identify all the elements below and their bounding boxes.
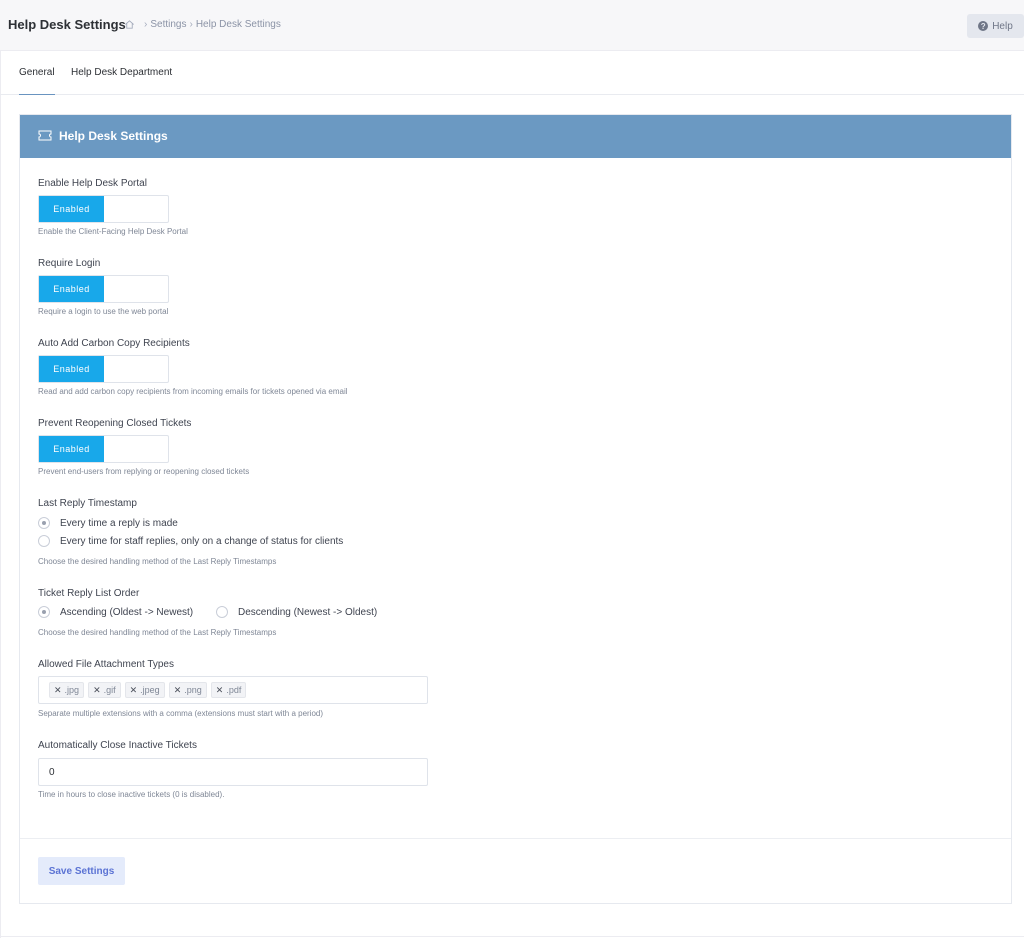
radio-button[interactable] xyxy=(216,606,228,618)
page-border xyxy=(0,51,1,938)
timestamp-label: Last Reply Timestamp xyxy=(38,498,137,509)
radio-button[interactable] xyxy=(38,517,50,529)
order-option-ascending[interactable]: Ascending (Oldest -> Newest) xyxy=(38,606,193,618)
page-bottom-border xyxy=(0,936,1024,937)
tag-jpg: ✕ .jpg xyxy=(49,682,85,698)
attachments-help: Separate multiple extensions with a comm… xyxy=(38,709,324,718)
settings-card: Help Desk Settings Enable Help Desk Port… xyxy=(19,114,1012,904)
tag-pdf: ✕ .pdf xyxy=(210,682,247,698)
timestamp-option-staff-replies[interactable]: Every time for staff replies, only on a … xyxy=(38,535,343,547)
portal-help: Enable the Client-Facing Help Desk Porta… xyxy=(38,227,188,236)
cc-help: Read and add carbon copy recipients from… xyxy=(38,387,348,396)
autoclose-hours-input[interactable] xyxy=(38,758,428,786)
order-help: Choose the desired handling method of th… xyxy=(38,628,277,637)
card-header: Help Desk Settings xyxy=(20,115,1011,158)
timestamp-option-every-reply[interactable]: Every time a reply is made xyxy=(38,517,178,529)
remove-tag-icon[interactable]: ✕ xyxy=(93,685,101,696)
tag-gif: ✕ .gif xyxy=(88,682,121,698)
radio-label: Every time a reply is made xyxy=(60,517,178,529)
radio-button[interactable] xyxy=(38,606,50,618)
login-toggle-state: Enabled xyxy=(39,276,104,302)
remove-tag-icon[interactable]: ✕ xyxy=(130,685,138,696)
ticket-icon xyxy=(38,130,52,141)
autoclose-label: Automatically Close Inactive Tickets xyxy=(38,740,197,751)
home-icon[interactable] xyxy=(124,19,135,30)
portal-toggle[interactable]: Enabled xyxy=(38,195,169,223)
order-option-descending[interactable]: Descending (Newest -> Oldest) xyxy=(216,606,377,618)
tag-label: .gif xyxy=(103,685,116,695)
tag-label: .png xyxy=(184,685,202,695)
radio-button[interactable] xyxy=(38,535,50,547)
portal-toggle-state: Enabled xyxy=(39,196,104,222)
cc-toggle[interactable]: Enabled xyxy=(38,355,169,383)
save-settings-button[interactable]: Save Settings xyxy=(38,857,125,885)
order-label: Ticket Reply List Order xyxy=(38,588,140,599)
tab-bar: General Help Desk Department xyxy=(0,51,1024,95)
card-divider xyxy=(20,838,1011,839)
help-button-label: Help xyxy=(992,20,1013,32)
remove-tag-icon[interactable]: ✕ xyxy=(216,685,224,696)
tag-label: .jpg xyxy=(64,685,80,695)
tag-png: ✕ .png xyxy=(168,682,207,698)
login-label: Require Login xyxy=(38,258,101,269)
page-title: Help Desk Settings xyxy=(8,17,126,32)
login-help: Require a login to use the web portal xyxy=(38,307,169,316)
help-button[interactable]: ? Help xyxy=(967,14,1024,38)
breadcrumb-current: Help Desk Settings xyxy=(195,19,281,30)
cc-label: Auto Add Carbon Copy Recipients xyxy=(38,338,190,349)
tag-label: .pdf xyxy=(226,685,242,695)
breadcrumb-settings-link[interactable]: Settings xyxy=(150,19,186,30)
reopen-help: Prevent end-users from replying or reope… xyxy=(38,467,250,476)
card-title: Help Desk Settings xyxy=(59,129,168,143)
autoclose-help: Time in hours to close inactive tickets … xyxy=(38,790,225,799)
login-toggle[interactable]: Enabled xyxy=(38,275,169,303)
attachment-types-input[interactable]: ✕ .jpg ✕ .gif ✕ .jpeg ✕ .png ✕ .pdf xyxy=(38,676,428,704)
radio-label: Ascending (Oldest -> Newest) xyxy=(60,606,194,618)
reopen-label: Prevent Reopening Closed Tickets xyxy=(38,418,192,429)
breadcrumb-separator: › xyxy=(144,19,148,30)
tag-label: .jpeg xyxy=(140,685,160,695)
tab-general[interactable]: General xyxy=(19,67,55,95)
timestamp-help: Choose the desired handling method of th… xyxy=(38,557,277,566)
top-bar: Help Desk Settings › Settings › Help Des… xyxy=(0,0,1024,51)
tag-jpeg: ✕ .jpeg xyxy=(124,682,165,698)
tab-help-desk-department[interactable]: Help Desk Department xyxy=(71,67,172,78)
portal-label: Enable Help Desk Portal xyxy=(38,178,147,189)
reopen-toggle-state: Enabled xyxy=(39,436,104,462)
cc-toggle-state: Enabled xyxy=(39,356,104,382)
remove-tag-icon[interactable]: ✕ xyxy=(174,685,182,696)
question-circle-icon: ? xyxy=(978,21,989,31)
remove-tag-icon[interactable]: ✕ xyxy=(54,685,62,696)
breadcrumb: › Settings › Help Desk Settings xyxy=(124,19,281,30)
radio-label: Descending (Newest -> Oldest) xyxy=(238,606,378,618)
reopen-toggle[interactable]: Enabled xyxy=(38,435,169,463)
breadcrumb-separator: › xyxy=(189,19,193,30)
radio-label: Every time for staff replies, only on a … xyxy=(60,535,344,547)
attachments-label: Allowed File Attachment Types xyxy=(38,659,174,670)
